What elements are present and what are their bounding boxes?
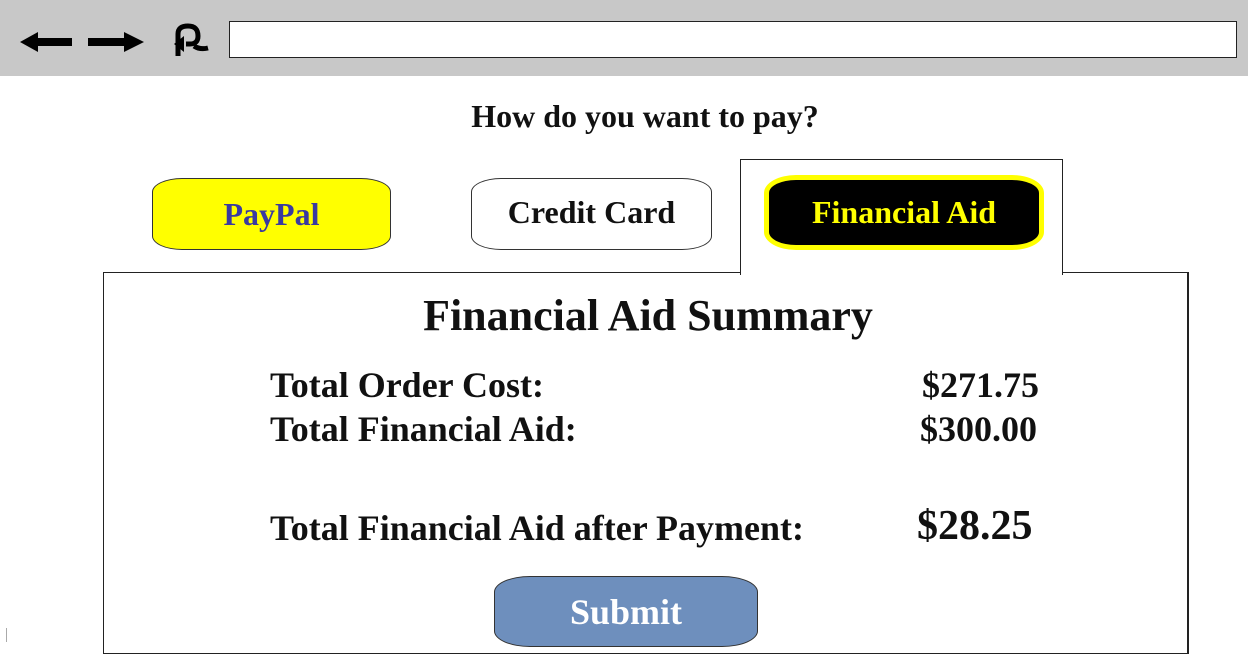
- financial-aid-button[interactable]: Financial Aid: [764, 175, 1044, 250]
- total-financial-aid-value: $300.00: [920, 409, 1037, 449]
- total-order-cost-label: Total Order Cost:: [270, 365, 544, 405]
- refresh-icon: [174, 23, 209, 56]
- credit-card-button[interactable]: Credit Card: [471, 178, 712, 250]
- paypal-button[interactable]: PayPal: [152, 178, 391, 250]
- arrow-right-icon: [88, 32, 144, 52]
- payment-question: How do you want to pay?: [471, 98, 819, 134]
- total-financial-aid-label: Total Financial Aid:: [270, 409, 577, 449]
- aid-after-payment-label: Total Financial Aid after Payment:: [270, 508, 804, 548]
- refresh-button[interactable]: [164, 20, 214, 56]
- edge-tick: [6, 628, 7, 642]
- url-input[interactable]: [229, 21, 1237, 58]
- browser-toolbar: [0, 0, 1248, 76]
- total-order-cost-value: $271.75: [922, 365, 1039, 405]
- submit-button[interactable]: Submit: [494, 576, 758, 647]
- back-button[interactable]: [18, 24, 74, 60]
- summary-title: Financial Aid Summary: [423, 291, 873, 340]
- arrow-left-icon: [20, 32, 72, 52]
- forward-button[interactable]: [86, 24, 146, 60]
- aid-after-payment-value: $28.25: [917, 503, 1033, 549]
